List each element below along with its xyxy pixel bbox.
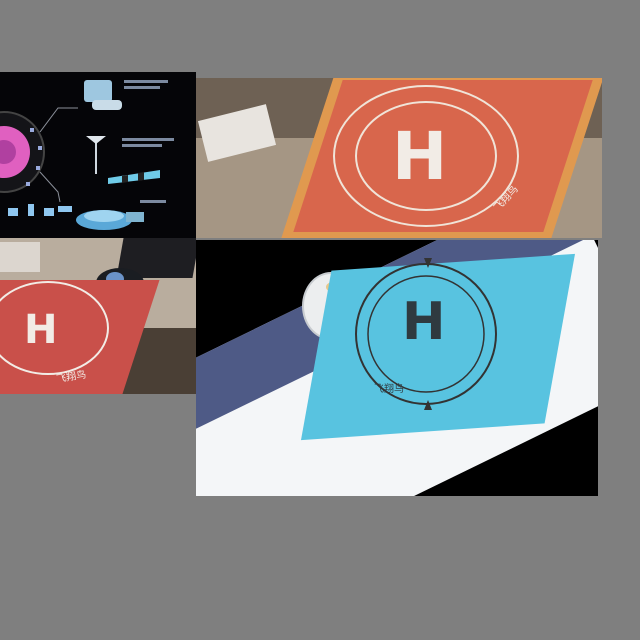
infographic-panel <box>0 72 196 238</box>
helipad-letter-blue: H <box>402 292 446 352</box>
antenna-icon <box>86 136 106 174</box>
red-helipad-desk-panel: H 飞翔鸟 <box>0 238 196 394</box>
brand-mark-blue: 飞翔鸟 <box>374 384 404 395</box>
device-icon-top <box>84 80 122 110</box>
landing-pad-icon <box>76 210 144 230</box>
blue-helipad-panel: H 飞翔鸟 <box>196 240 598 496</box>
infographic-drawing <box>0 80 174 230</box>
helipad-ring-blue <box>355 258 497 410</box>
helipad-letter-red: H <box>24 307 58 353</box>
stick-icon <box>108 170 160 184</box>
helipad-letter-orange: H <box>392 118 448 195</box>
orange-helipad-panel: H 飞翔鸟 <box>196 78 602 238</box>
